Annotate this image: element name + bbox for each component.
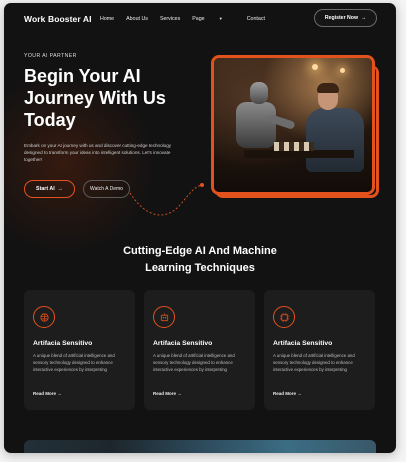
read-more-label: Read More [33, 391, 57, 396]
card-title: Artifacia Sensitivo [153, 340, 213, 347]
feature-card[interactable]: Artifacia Sensitivo A unique blend of ar… [24, 290, 135, 410]
top-nav: Work Booster AI Home About Us Services P… [4, 3, 396, 35]
arrow-right-icon: → [360, 15, 367, 21]
watch-demo-button[interactable]: Watch A Demo [83, 180, 130, 198]
dashed-curve-decoration [129, 183, 204, 216]
hero-image [211, 55, 375, 195]
page-frame: Work Booster AI Home About Us Services P… [4, 3, 396, 453]
register-label: Register Now [324, 15, 358, 21]
nav-item-page[interactable]: Page ▼ [192, 16, 234, 22]
arrow-right-icon: → [177, 391, 182, 396]
caret-down-icon: ▼ [217, 16, 223, 21]
arrow-right-icon: → [57, 391, 62, 396]
nav-item-about[interactable]: About Us [126, 16, 148, 22]
arrow-right-icon: → [57, 186, 63, 192]
card-description: A unique blend of artificial intelligenc… [153, 353, 235, 372]
read-more-label: Read More [273, 391, 297, 396]
section-title: Cutting-Edge AI And Machine Learning Tec… [123, 245, 277, 274]
card-description: A unique blend of artificial intelligenc… [273, 353, 355, 372]
nav-item-contact[interactable]: Contact [247, 16, 265, 22]
feature-card[interactable]: Artifacia Sensitivo A unique blend of ar… [264, 290, 375, 410]
card-description: A unique blend of artificial intelligenc… [33, 353, 115, 372]
read-more-link[interactable]: Read More → [153, 391, 182, 396]
robot-icon [153, 306, 175, 328]
card-title: Artifacia Sensitivo [33, 340, 93, 347]
start-ai-label: Start AI [36, 186, 55, 192]
card-title: Artifacia Sensitivo [273, 340, 333, 347]
brain-icon [33, 306, 55, 328]
arrow-right-icon: → [297, 391, 302, 396]
nav-item-page-label: Page [192, 16, 205, 22]
chip-icon [273, 306, 295, 328]
hero-title: Begin Your AI Journey With Us Today [24, 66, 166, 130]
nav-item-services[interactable]: Services [160, 16, 180, 22]
read-more-link[interactable]: Read More → [33, 391, 62, 396]
start-ai-button[interactable]: Start AI → [24, 180, 75, 198]
hero-description: Embark on your AI journey with us and di… [24, 143, 172, 162]
register-button[interactable]: Register Now → [314, 9, 377, 27]
nav-item-home[interactable]: Home [100, 16, 114, 22]
next-section-image [24, 440, 376, 453]
read-more-link[interactable]: Read More → [273, 391, 302, 396]
main-menu: Home About Us Services Page ▼ Contact [100, 16, 277, 22]
logo[interactable]: Work Booster AI [24, 14, 92, 24]
feature-card[interactable]: Artifacia Sensitivo A unique blend of ar… [144, 290, 255, 410]
hero-eyebrow: YOUR AI PARTNER [24, 53, 77, 59]
read-more-label: Read More [153, 391, 177, 396]
